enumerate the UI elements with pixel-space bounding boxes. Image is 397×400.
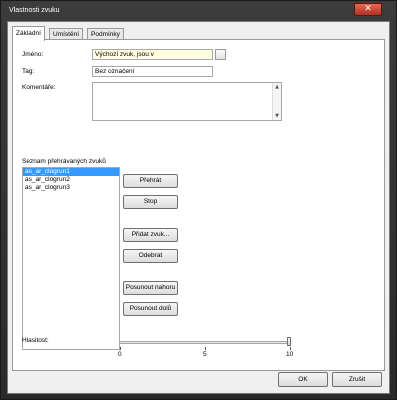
- list-item[interactable]: as_ar_clogrun1: [23, 168, 119, 176]
- play-button[interactable]: Přehrát: [123, 174, 178, 188]
- stop-button[interactable]: Stop: [123, 195, 178, 209]
- volume-min-label: 0: [118, 351, 122, 358]
- tag-label: Tag:: [22, 68, 35, 75]
- move-up-button[interactable]: Posunout nahoru: [123, 281, 178, 295]
- tag-field[interactable]: Bez označení: [92, 66, 213, 77]
- name-field[interactable]: Výchozí zvuk, jsou v: [92, 49, 213, 60]
- volume-slider-thumb[interactable]: [287, 337, 291, 346]
- list-item[interactable]: as_ar_clogrun2: [23, 176, 119, 184]
- name-label: Jméno:: [22, 51, 44, 58]
- volume-label: Hlasitost:: [22, 337, 49, 344]
- comments-scrollbar[interactable]: ▲ ▼: [272, 83, 281, 120]
- comments-field[interactable]: ▲ ▼: [92, 82, 282, 121]
- volume-tick-min: [120, 347, 121, 350]
- dialog-body: Základní Umístění Podmínky Jméno: Výchoz…: [7, 21, 390, 394]
- move-down-button[interactable]: Posunout dolů: [123, 302, 178, 316]
- cancel-button[interactable]: Zrušit: [332, 372, 382, 387]
- scroll-down-icon[interactable]: ▼: [273, 112, 281, 120]
- volume-tick-max: [290, 347, 291, 350]
- tab-basic[interactable]: Základní: [12, 26, 45, 41]
- sound-listbox[interactable]: as_ar_clogrun1 as_ar_clogrun2 as_ar_clog…: [22, 167, 120, 350]
- window-title: Vlastnosti zvuku: [9, 7, 60, 14]
- tab-panel-basic: Jméno: Výchozí zvuk, jsou v Tag: Bez ozn…: [12, 39, 385, 371]
- add-sound-button[interactable]: Přidat zvuk...: [123, 228, 178, 242]
- ok-button[interactable]: OK: [278, 372, 328, 387]
- dialog-button-bar: OK Zrušit: [8, 372, 389, 393]
- scroll-up-icon[interactable]: ▲: [273, 83, 281, 91]
- close-button[interactable]: ✕: [354, 3, 382, 16]
- list-item[interactable]: as_ar_clogrun3: [23, 184, 119, 192]
- name-browse-button[interactable]: [215, 49, 226, 60]
- volume-max-label: 10: [286, 351, 294, 358]
- volume-mid-label: 5: [203, 351, 207, 358]
- title-bar[interactable]: Vlastnosti zvuku ✕: [1, 1, 396, 21]
- remove-button[interactable]: Odebrat: [123, 249, 178, 263]
- soundlist-label: Seznam přehrávaných zvuků: [22, 158, 106, 165]
- close-icon: ✕: [364, 4, 372, 14]
- comments-label: Komentáře:: [22, 84, 56, 91]
- window-frame: Vlastnosti zvuku ✕ Základní Umístění Pod…: [0, 0, 397, 400]
- volume-tick-mid: [205, 347, 206, 350]
- volume-slider-track[interactable]: [119, 341, 291, 344]
